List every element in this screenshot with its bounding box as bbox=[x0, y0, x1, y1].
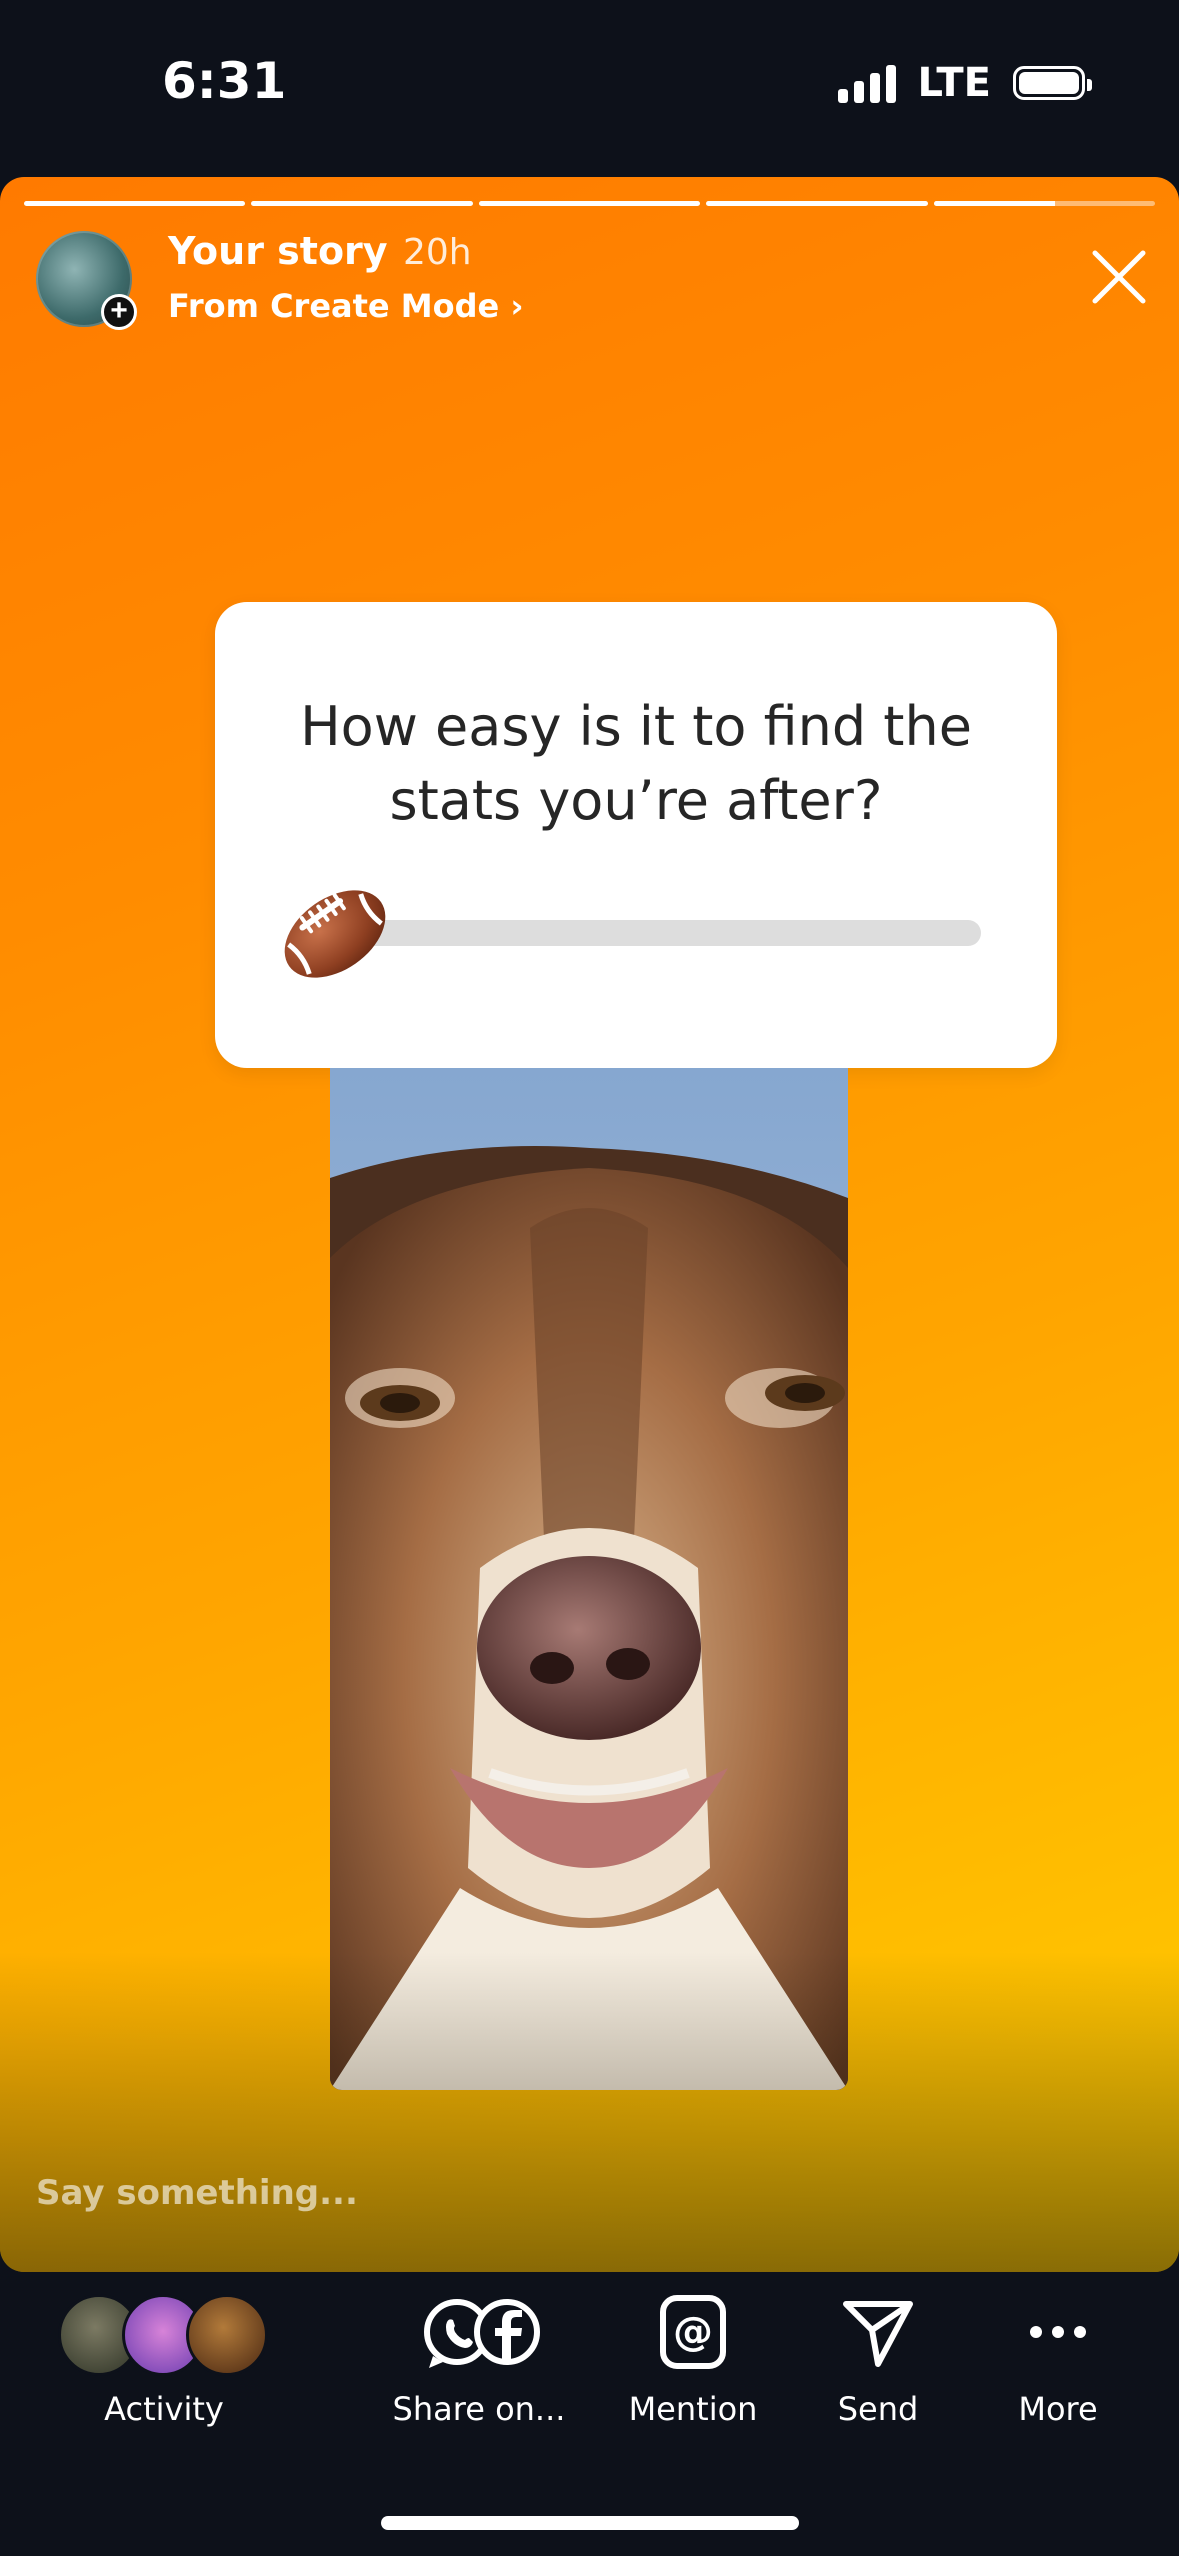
share-button[interactable]: Share on... bbox=[386, 2290, 572, 2428]
story-source-link[interactable]: From Create Mode › bbox=[168, 287, 524, 325]
home-indicator[interactable] bbox=[381, 2516, 799, 2530]
more-button[interactable]: More bbox=[990, 2290, 1126, 2428]
signal-icon bbox=[837, 63, 896, 103]
story-progress-bar bbox=[24, 201, 1156, 206]
story-timestamp: 20h bbox=[403, 232, 472, 273]
mention-button[interactable]: @ Mention bbox=[620, 2290, 766, 2428]
story-progress-segment bbox=[251, 201, 473, 206]
avatar bbox=[186, 2294, 268, 2376]
story-card[interactable]: + Your story 20h From Create Mode › How … bbox=[0, 177, 1179, 2272]
status-indicators: LTE bbox=[837, 60, 1092, 106]
more-label: More bbox=[1018, 2390, 1098, 2428]
svg-text:@: @ bbox=[673, 2309, 713, 2355]
emoji-slider-sticker[interactable]: How easy is it to find the stats you’re … bbox=[215, 602, 1057, 1068]
reply-input[interactable]: Say something... bbox=[36, 2173, 358, 2213]
more-icon bbox=[1030, 2326, 1086, 2338]
story-progress-segment bbox=[706, 201, 928, 206]
american-football-icon[interactable] bbox=[275, 874, 395, 994]
whatsapp-facebook-icon bbox=[424, 2299, 540, 2368]
send-button[interactable]: Send bbox=[812, 2290, 944, 2428]
share-label: Share on... bbox=[392, 2390, 566, 2428]
sticker-question: How easy is it to find the stats you’re … bbox=[300, 695, 972, 832]
story-username[interactable]: Your story bbox=[168, 229, 388, 273]
dog-photo bbox=[330, 1068, 848, 2090]
story-viewer-screen: 6:31 LTE + Your story 20h From Create Mo… bbox=[0, 0, 1179, 2556]
network-type: LTE bbox=[917, 60, 991, 106]
mention-icon: @ bbox=[660, 2295, 726, 2369]
activity-avatars bbox=[58, 2290, 270, 2376]
status-time: 6:31 bbox=[162, 52, 287, 110]
battery-icon bbox=[1013, 66, 1092, 100]
send-label: Send bbox=[837, 2390, 919, 2428]
close-icon[interactable] bbox=[1089, 247, 1149, 307]
mention-label: Mention bbox=[628, 2390, 758, 2428]
story-progress-segment bbox=[478, 201, 701, 206]
send-icon bbox=[843, 2301, 913, 2367]
activity-button[interactable]: Activity bbox=[56, 2290, 272, 2428]
story-progress-segment bbox=[933, 201, 1156, 206]
activity-label: Activity bbox=[104, 2390, 224, 2428]
story-progress-segment bbox=[24, 201, 246, 206]
add-story-icon[interactable]: + bbox=[101, 294, 137, 330]
slider-track[interactable] bbox=[355, 920, 981, 946]
